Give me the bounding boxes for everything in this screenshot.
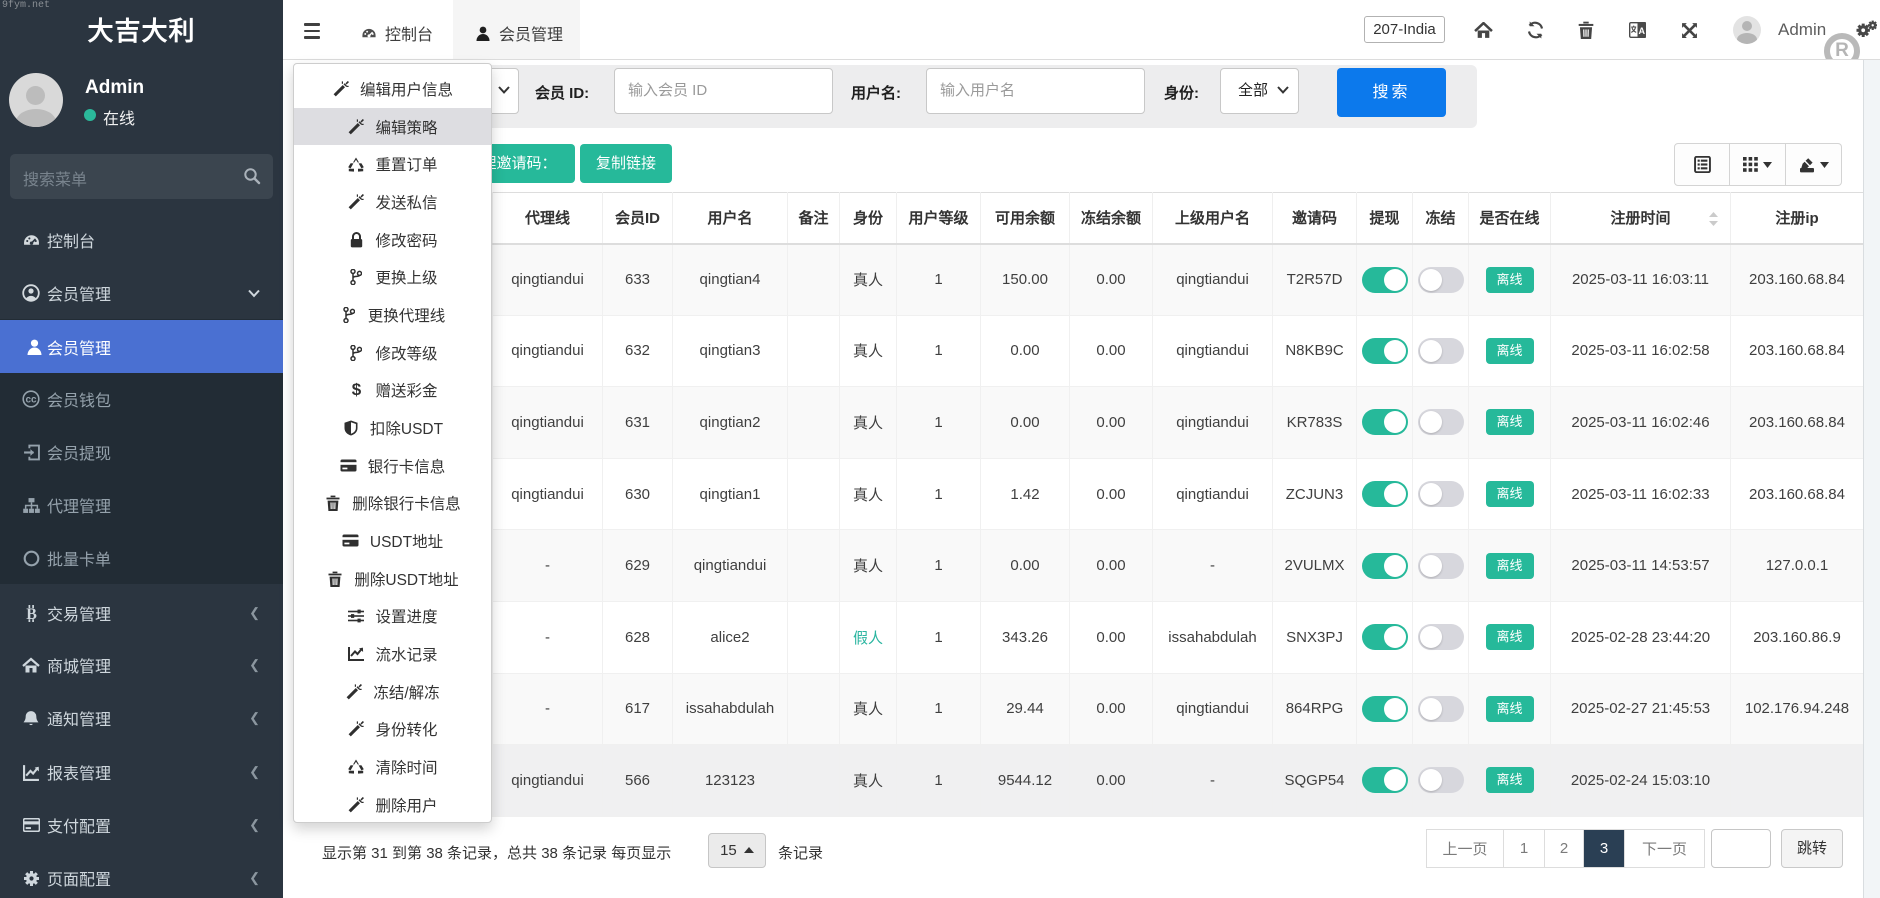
svg-text:B: B xyxy=(26,605,37,621)
svg-text:A: A xyxy=(1638,26,1645,36)
svg-text:cc: cc xyxy=(25,395,37,406)
